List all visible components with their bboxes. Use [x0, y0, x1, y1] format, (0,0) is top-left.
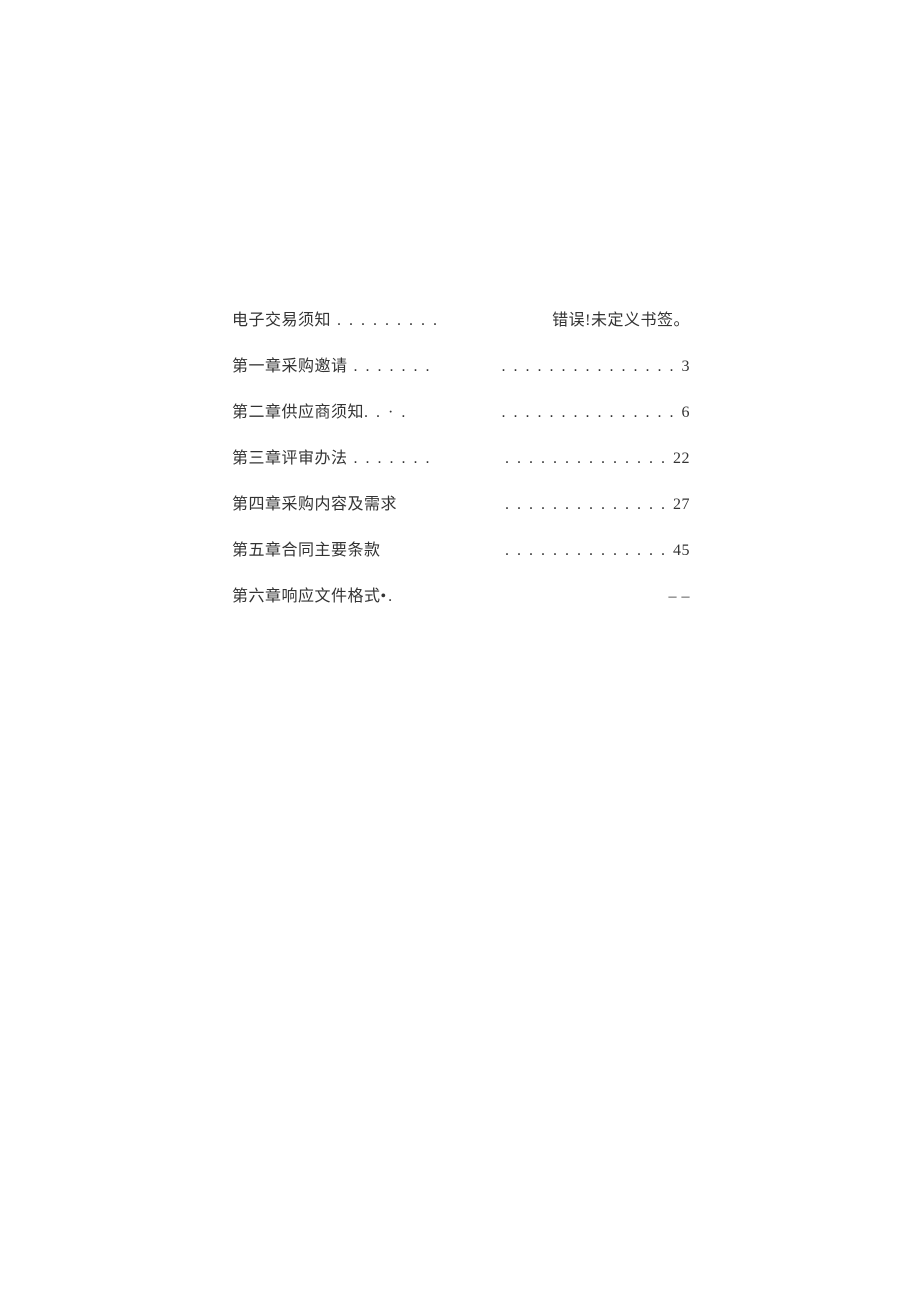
toc-dots-right: . . . . . . . . . . . . . . .: [502, 404, 682, 421]
table-of-contents: 电子交易须知 . . . . . . . . . 错误!未定义书签。 第一章采购…: [232, 313, 690, 635]
document-page: 电子交易须知 . . . . . . . . . 错误!未定义书签。 第一章采购…: [0, 0, 920, 1301]
toc-row: 电子交易须知 . . . . . . . . . 错误!未定义书签。: [232, 313, 690, 329]
toc-dots-left: . . · .: [364, 404, 407, 421]
toc-row: 第四章采购内容及需求 . . . . . . . . . . . . . . 2…: [232, 497, 690, 513]
toc-dots-left: . . . . . . . . .: [331, 312, 439, 329]
toc-row: 第一章采购邀请 . . . . . . . . . . . . . . . . …: [232, 359, 690, 375]
toc-entry-left: 第五章合同主要条款: [232, 543, 381, 559]
toc-page: – –: [669, 588, 691, 605]
toc-title: 第四章采购内容及需求: [232, 496, 397, 513]
toc-entry-left: 第六章响应文件格式•.: [232, 589, 394, 605]
toc-entry-right: 错误!未定义书签。: [552, 313, 690, 329]
toc-row: 第二章供应商须知. . · . . . . . . . . . . . . . …: [232, 405, 690, 421]
toc-entry-right: . . . . . . . . . . . . . . 27: [505, 497, 690, 513]
toc-entry-left: 第二章供应商须知. . · .: [232, 405, 407, 421]
toc-dots-left: . . . . . . .: [348, 450, 432, 467]
toc-dots-right: . . . . . . . . . . . . . . .: [502, 358, 682, 375]
toc-title: 第三章评审办法: [232, 450, 348, 467]
toc-dots-right: . . . . . . . . . . . . . .: [505, 450, 673, 467]
toc-page: 45: [673, 542, 690, 559]
toc-row: 第五章合同主要条款 . . . . . . . . . . . . . . 45: [232, 543, 690, 559]
toc-row: 第六章响应文件格式•. – –: [232, 589, 690, 605]
toc-title: 电子交易须知: [232, 312, 331, 329]
toc-title: 第一章采购邀请: [232, 358, 348, 375]
toc-dots-right: . . . . . . . . . . . . . .: [505, 496, 673, 513]
toc-title: 第二章供应商须知: [232, 404, 364, 421]
toc-entry-right: . . . . . . . . . . . . . . 45: [505, 543, 690, 559]
toc-page: 6: [682, 404, 691, 421]
toc-entry-right: . . . . . . . . . . . . . . . 6: [502, 405, 691, 421]
toc-page: 3: [682, 358, 691, 375]
toc-title: 第五章合同主要条款: [232, 542, 381, 559]
toc-page: 22: [673, 450, 690, 467]
toc-entry-right: . . . . . . . . . . . . . . 22: [505, 451, 690, 467]
toc-title: 第六章响应文件格式: [232, 588, 381, 605]
toc-entry-left: 电子交易须知 . . . . . . . . .: [232, 313, 439, 329]
toc-entry-left: 第一章采购邀请 . . . . . . .: [232, 359, 432, 375]
toc-dots-right: . . . . . . . . . . . . . .: [505, 542, 673, 559]
toc-dots-left: . . . . . . .: [348, 358, 432, 375]
toc-page: 错误!未定义书签。: [552, 312, 690, 329]
toc-page: 27: [673, 496, 690, 513]
toc-entry-right: . . . . . . . . . . . . . . . 3: [502, 359, 691, 375]
toc-row: 第三章评审办法 . . . . . . . . . . . . . . . . …: [232, 451, 690, 467]
toc-entry-left: 第四章采购内容及需求: [232, 497, 397, 513]
toc-entry-left: 第三章评审办法 . . . . . . .: [232, 451, 432, 467]
toc-entry-right: – –: [669, 589, 691, 605]
toc-dots-left: •.: [381, 588, 395, 605]
